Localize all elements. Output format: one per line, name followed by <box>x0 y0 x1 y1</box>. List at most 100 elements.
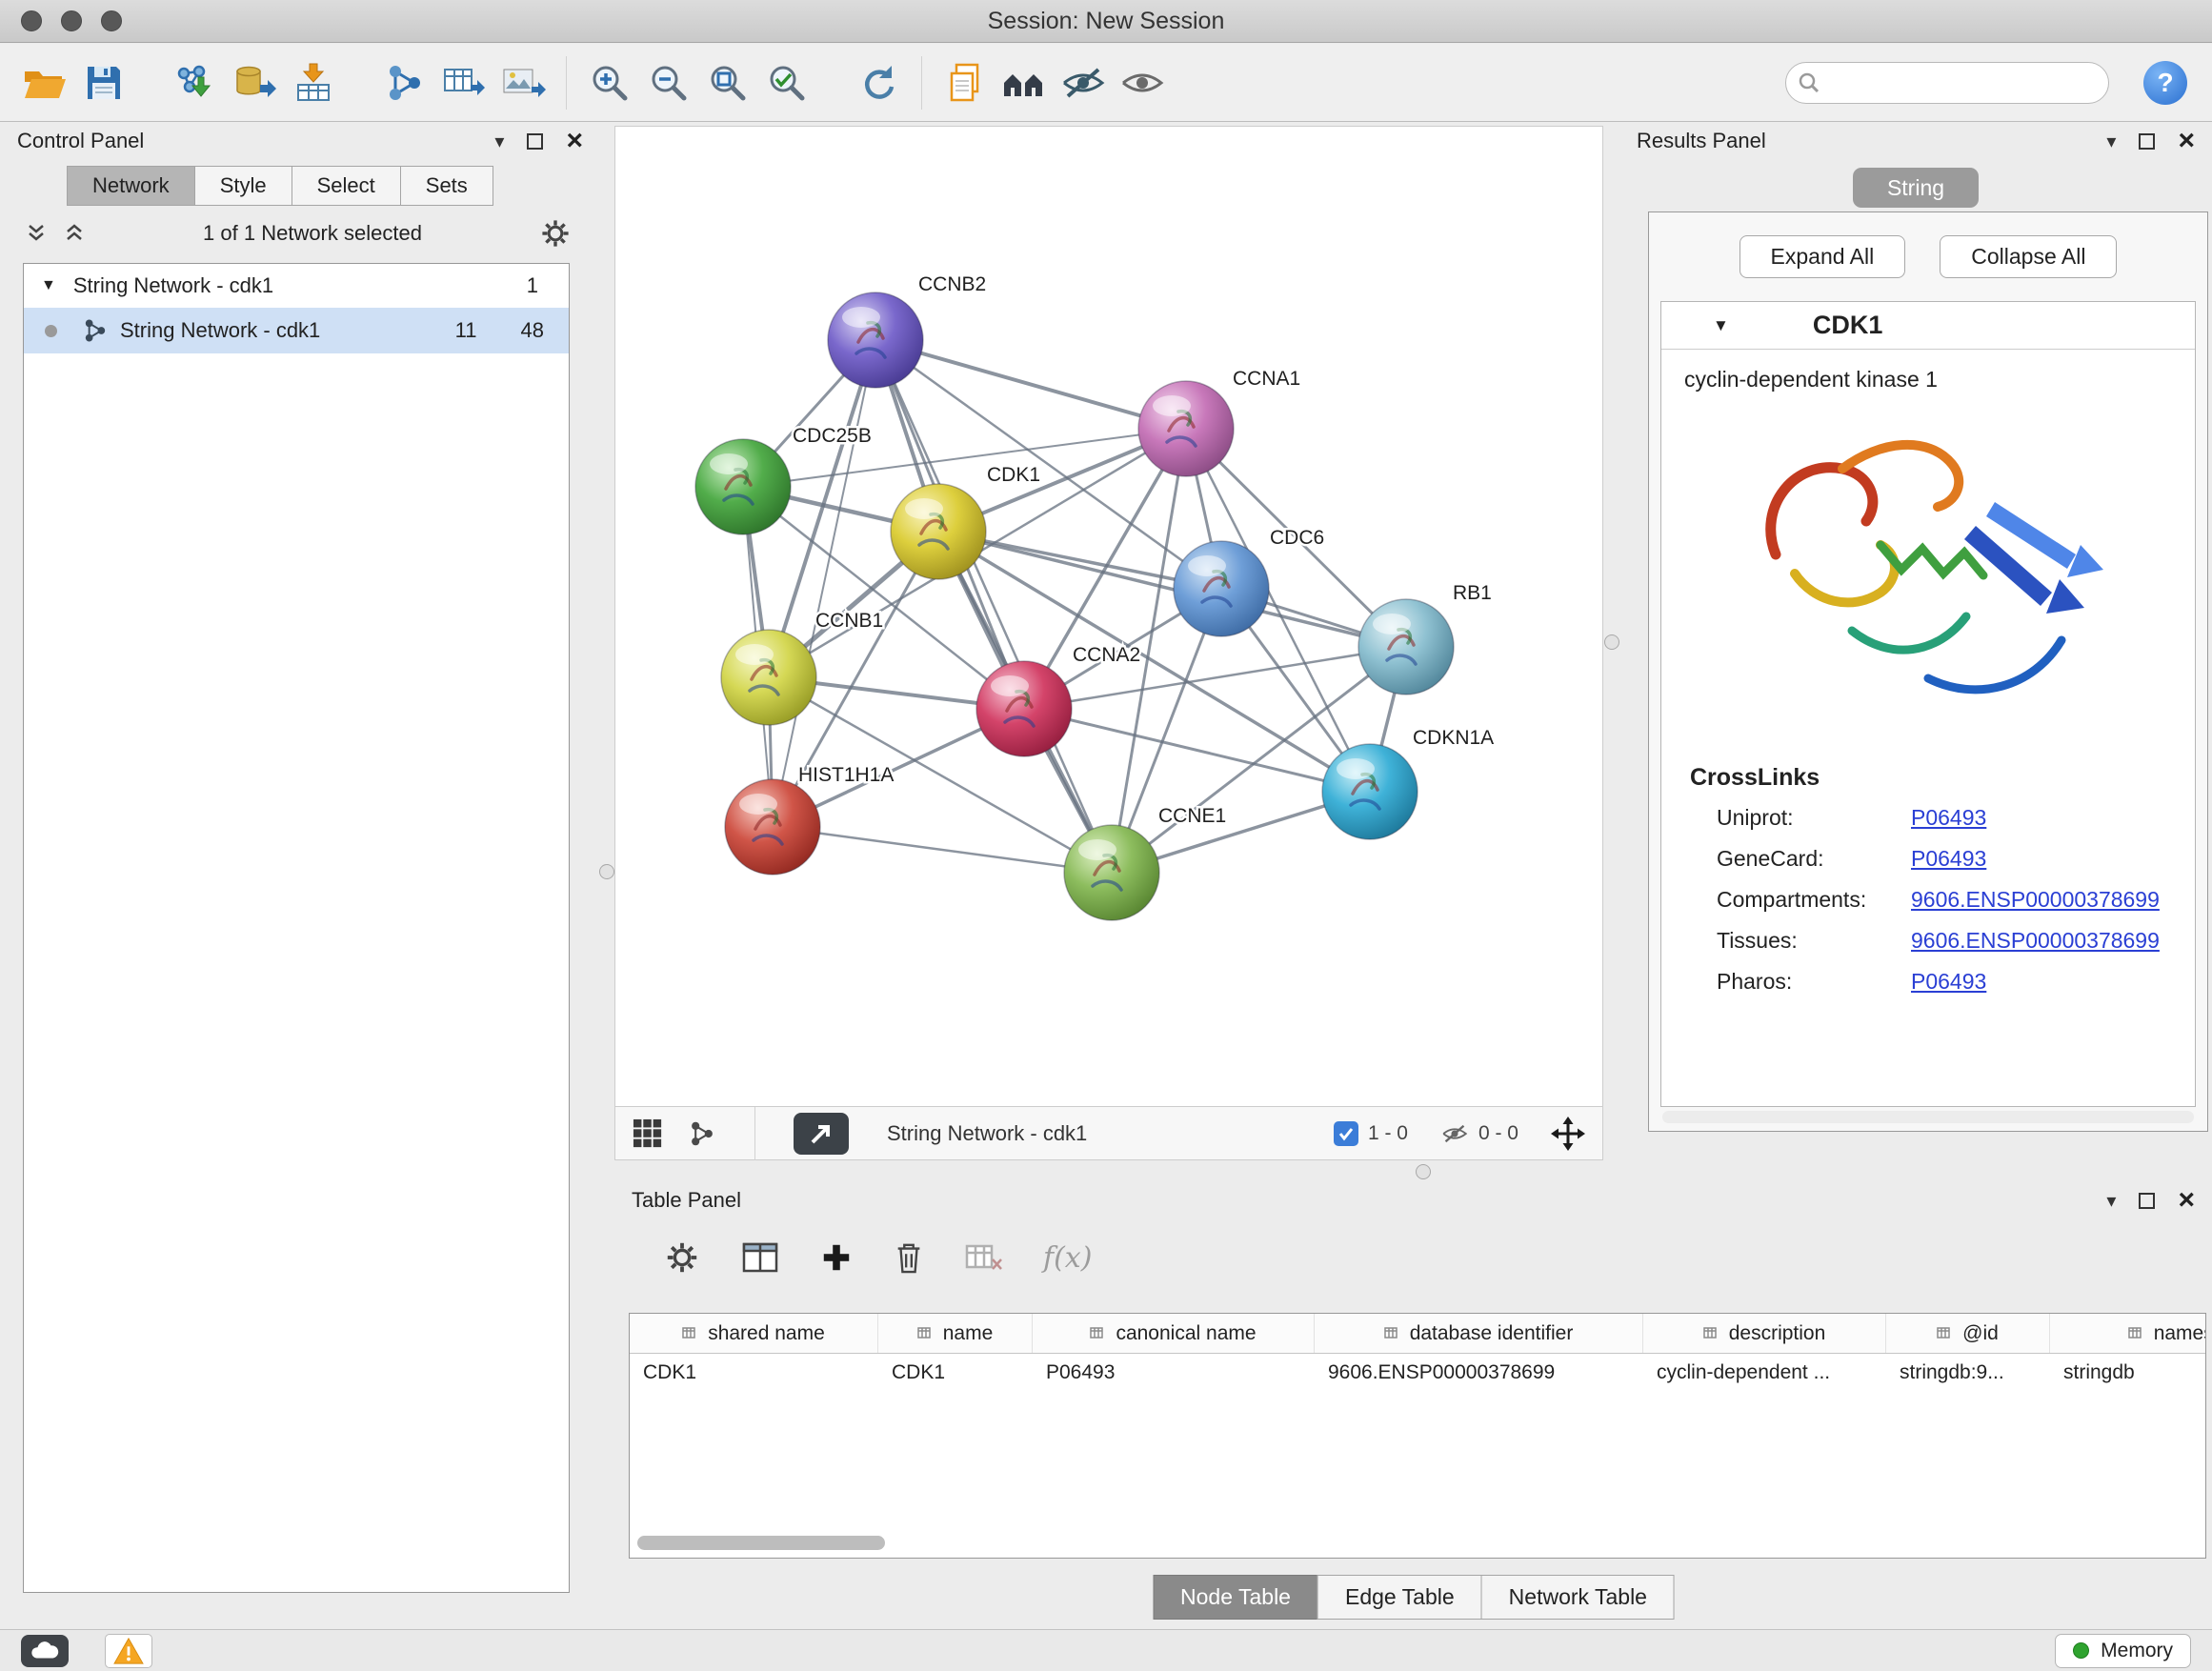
network-node-CDKN1A[interactable]: CDKN1A <box>1322 727 1494 839</box>
graphics-details-button[interactable] <box>995 54 1054 111</box>
column-header-database-identifier[interactable]: database identifier <box>1315 1314 1643 1353</box>
export-network-button[interactable] <box>434 54 493 111</box>
network-collection-row[interactable]: ▼ String Network - cdk1 1 <box>24 264 569 308</box>
import-network-database-button[interactable] <box>225 54 284 111</box>
crosslink-compartments-link[interactable]: 9606.ENSP00000378699 <box>1911 887 2195 913</box>
show-details-button[interactable] <box>1113 54 1172 111</box>
panel-close-icon[interactable]: × <box>566 131 583 151</box>
help-button[interactable]: ? <box>2143 61 2187 105</box>
tab-style[interactable]: Style <box>194 166 292 206</box>
table-settings-gear-icon[interactable] <box>664 1239 700 1276</box>
export-image-button[interactable] <box>493 54 553 111</box>
zoom-selected-button[interactable] <box>757 54 816 111</box>
open-session-button[interactable] <box>15 54 74 111</box>
close-window-button[interactable] <box>21 10 42 31</box>
cell-database-identifier[interactable]: 9606.ENSP00000378699 <box>1315 1354 1643 1392</box>
tab-string[interactable]: String <box>1853 168 1979 208</box>
grid-view-icon[interactable] <box>633 1118 663 1149</box>
network-node-CCNB1[interactable]: CCNB1 <box>721 610 883 725</box>
network-view-icon[interactable] <box>688 1119 716 1148</box>
tree-expander-icon[interactable]: ▼ <box>41 277 56 294</box>
panel-menu-icon[interactable]: ▾ <box>494 130 504 153</box>
expand-all-button[interactable]: Expand All <box>1739 235 1906 278</box>
zoom-in-button[interactable] <box>580 54 639 111</box>
clone-network-button[interactable] <box>375 54 434 111</box>
save-session-button[interactable] <box>74 54 133 111</box>
add-column-plus-icon[interactable] <box>820 1241 853 1274</box>
memory-button[interactable]: Memory <box>2055 1634 2191 1668</box>
protein-section-header[interactable]: ▼ CDK1 <box>1661 302 2195 350</box>
tab-network[interactable]: Network <box>67 166 195 206</box>
tab-sets[interactable]: Sets <box>400 166 493 206</box>
selected-checkbox-icon[interactable] <box>1334 1121 1358 1146</box>
collapse-all-button[interactable]: Collapse All <box>1940 235 2117 278</box>
annotation-button[interactable] <box>935 54 995 111</box>
hidden-eye-slash-icon[interactable] <box>1440 1121 1469 1146</box>
hide-details-button[interactable] <box>1054 54 1113 111</box>
import-table-button[interactable] <box>284 54 343 111</box>
column-header-description[interactable]: description <box>1643 1314 1886 1353</box>
panel-close-icon[interactable]: × <box>2178 1191 2195 1210</box>
section-expander-icon[interactable]: ▼ <box>1713 316 1729 335</box>
network-node-CCNA1[interactable]: CCNA1 <box>1138 368 1300 476</box>
panel-float-icon[interactable] <box>2139 133 2155 150</box>
search-box[interactable] <box>1785 62 2109 104</box>
network-edge-CCNB2-CCNE1[interactable] <box>875 340 1112 873</box>
pan-move-icon[interactable] <box>1551 1117 1585 1151</box>
column-header-name[interactable]: name <box>878 1314 1033 1353</box>
minimize-window-button[interactable] <box>61 10 82 31</box>
network-edge-CDK1-RB1[interactable] <box>938 532 1406 647</box>
zoom-fit-button[interactable] <box>698 54 757 111</box>
crosslink-tissues-link[interactable]: 9606.ENSP00000378699 <box>1911 928 2195 954</box>
crosslink-uniprot-link[interactable]: P06493 <box>1911 805 2195 831</box>
tab-select[interactable]: Select <box>292 166 401 206</box>
table-row[interactable]: CDK1 CDK1 P06493 9606.ENSP00000378699 cy… <box>630 1354 2205 1392</box>
collapse-all-icon[interactable] <box>25 223 48 244</box>
cell-namespace[interactable]: stringdb <box>2050 1354 2206 1392</box>
panel-menu-icon[interactable]: ▾ <box>2106 130 2116 153</box>
zoom-out-button[interactable] <box>639 54 698 111</box>
crosslink-pharos-link[interactable]: P06493 <box>1911 969 2195 995</box>
gear-icon[interactable] <box>539 217 572 250</box>
panel-close-icon[interactable]: × <box>2178 131 2195 151</box>
right-splitter-handle[interactable] <box>1604 634 1619 650</box>
cell-description[interactable]: cyclin-dependent ... <box>1643 1354 1886 1392</box>
cell-name[interactable]: CDK1 <box>878 1354 1033 1392</box>
cell-id[interactable]: stringdb:9... <box>1886 1354 2050 1392</box>
panel-menu-icon[interactable]: ▾ <box>2106 1189 2116 1213</box>
refresh-view-button[interactable] <box>849 54 908 111</box>
network-edge-CCNB2-CCNA1[interactable] <box>875 340 1186 429</box>
cell-shared-name[interactable]: CDK1 <box>630 1354 878 1392</box>
tab-edge-table[interactable]: Edge Table <box>1317 1575 1482 1620</box>
network-canvas[interactable]: CCNB2CCNA1CDC25BCDK1CDC6RB1CCNB1CCNA2CDK… <box>614 126 1603 1160</box>
left-splitter-handle[interactable] <box>599 864 614 879</box>
network-node-HIST1H1A[interactable]: HIST1H1A <box>725 764 894 875</box>
cell-canonical-name[interactable]: P06493 <box>1033 1354 1315 1392</box>
cloud-status-button[interactable] <box>21 1635 69 1667</box>
panel-float-icon[interactable] <box>527 133 543 150</box>
expand-all-icon[interactable] <box>63 223 86 244</box>
network-graph[interactable]: CCNB2CCNA1CDC25BCDK1CDC6RB1CCNB1CCNA2CDK… <box>615 127 1602 1106</box>
bottom-splitter-handle[interactable] <box>1416 1164 1431 1179</box>
network-node-RB1[interactable]: RB1 <box>1358 582 1492 695</box>
crosslink-genecard-link[interactable]: P06493 <box>1911 846 2195 872</box>
zoom-window-button[interactable] <box>101 10 122 31</box>
delete-trash-icon[interactable] <box>893 1239 925 1276</box>
column-header-canonical-name[interactable]: canonical name <box>1033 1314 1315 1353</box>
detach-view-button[interactable] <box>794 1113 849 1155</box>
search-input[interactable] <box>1820 70 2097 95</box>
tab-node-table[interactable]: Node Table <box>1153 1575 1318 1620</box>
network-edge-HIST1H1A-CCNE1[interactable] <box>773 827 1112 873</box>
network-node-CCNB2[interactable]: CCNB2 <box>828 273 986 388</box>
column-header-id[interactable]: @id <box>1886 1314 2050 1353</box>
column-header-shared-name[interactable]: shared name <box>630 1314 878 1353</box>
network-row-selected[interactable]: String Network - cdk1 11 48 <box>24 308 569 353</box>
results-scrollbar[interactable] <box>1662 1111 2194 1123</box>
table-horizontal-scrollbar[interactable] <box>637 1536 885 1550</box>
column-header-namespace[interactable]: namespace <box>2050 1314 2206 1353</box>
import-network-file-button[interactable] <box>166 54 225 111</box>
network-edge-CCNB2-HIST1H1A[interactable] <box>773 340 875 827</box>
show-columns-icon[interactable] <box>740 1240 780 1275</box>
panel-float-icon[interactable] <box>2139 1193 2155 1209</box>
network-node-CDK1[interactable]: CDK1 <box>891 464 1040 579</box>
